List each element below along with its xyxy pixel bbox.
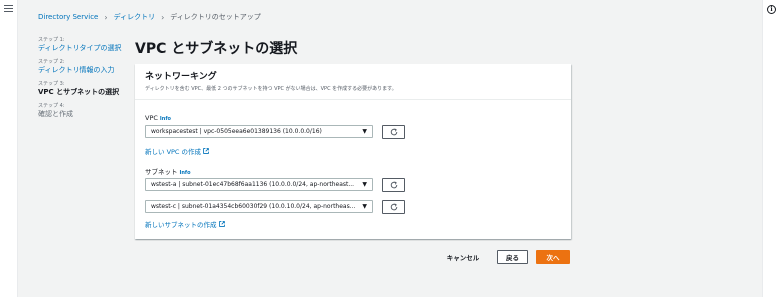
step-link-directory-info[interactable]: ディレクトリ情報の入力 bbox=[38, 66, 128, 75]
wizard-step-1: ステップ 1: ディレクトリタイプの選択 bbox=[38, 37, 128, 53]
panel-title: ネットワーキング bbox=[145, 72, 217, 82]
breadcrumb-directories[interactable]: ディレクトリ bbox=[114, 12, 156, 22]
create-vpc-link[interactable]: 新しい VPC の作成 bbox=[145, 146, 209, 156]
panel-description: ディレクトリを含む VPC、最低 2 つのサブネットを持つ VPC がない場合は… bbox=[145, 86, 397, 92]
breadcrumb-directory-service[interactable]: Directory Service bbox=[38, 13, 98, 21]
create-vpc-link-text: 新しい VPC の作成 bbox=[145, 148, 202, 156]
step-link-directory-type[interactable]: ディレクトリタイプの選択 bbox=[38, 44, 128, 53]
networking-panel: ネットワーキング ディレクトリを含む VPC、最低 2 つのサブネットを持つ V… bbox=[135, 64, 571, 239]
caret-down-icon: ▼ bbox=[362, 128, 367, 135]
external-link-icon bbox=[218, 221, 225, 227]
refresh-icon bbox=[390, 181, 397, 189]
cancel-button[interactable]: キャンセル bbox=[438, 250, 488, 264]
caret-down-icon: ▼ bbox=[362, 203, 367, 210]
subnet-label-text: サブネット bbox=[145, 168, 178, 176]
refresh-icon bbox=[390, 128, 397, 136]
vpc-info-link[interactable]: Info bbox=[160, 116, 171, 122]
create-subnet-link-text: 新しいサブネットの作成 bbox=[145, 221, 217, 229]
subnet-select-2-value: wstest-c | subnet-01a4354cb60030f29 (10.… bbox=[151, 203, 356, 210]
caret-down-icon: ▼ bbox=[362, 181, 367, 188]
subnet-label: サブネット Info bbox=[145, 166, 191, 176]
breadcrumb-separator-icon: › bbox=[161, 12, 165, 22]
subnet-select-1[interactable]: wstest-a | subnet-01ec47b68f6aa1136 (10.… bbox=[145, 178, 373, 191]
page-title: VPC とサブネットの選択 bbox=[135, 41, 298, 57]
wizard-step-3: ステップ 3: VPC とサブネットの選択 bbox=[38, 81, 128, 97]
step-number: ステップ 3: bbox=[38, 81, 65, 87]
right-help-rail: i bbox=[762, 0, 780, 297]
step-current-vpc-subnets: VPC とサブネットの選択 bbox=[38, 88, 120, 96]
vpc-select-value: workspacestest | vpc-0505eea6e01389136 (… bbox=[151, 128, 322, 135]
create-subnet-link[interactable]: 新しいサブネットの作成 bbox=[145, 219, 225, 229]
breadcrumb: Directory Service › ディレクトリ › ディレクトリのセットア… bbox=[38, 12, 261, 22]
external-link-icon bbox=[203, 148, 209, 154]
subnet-2-refresh-button[interactable] bbox=[382, 200, 405, 214]
subnet-select-2[interactable]: wstest-c | subnet-01a4354cb60030f29 (10.… bbox=[145, 200, 373, 213]
wizard-step-4: ステップ 4: 確認と作成 bbox=[38, 103, 128, 119]
breadcrumb-separator-icon: › bbox=[104, 12, 108, 22]
vpc-label-text: VPC bbox=[145, 114, 158, 122]
wizard-steps: ステップ 1: ディレクトリタイプの選択 ステップ 2: ディレクトリ情報の入力… bbox=[38, 37, 128, 125]
wizard-step-2: ステップ 2: ディレクトリ情報の入力 bbox=[38, 59, 128, 75]
step-review-create: 確認と作成 bbox=[38, 110, 73, 118]
vpc-refresh-button[interactable] bbox=[382, 125, 405, 139]
info-icon[interactable]: i bbox=[767, 5, 776, 14]
subnet-info-link[interactable]: Info bbox=[180, 170, 191, 176]
left-navigation-rail bbox=[0, 0, 18, 297]
breadcrumb-current: ディレクトリのセットアップ bbox=[170, 13, 261, 21]
subnet-select-1-value: wstest-a | subnet-01ec47b68f6aa1136 (10.… bbox=[151, 181, 355, 188]
vpc-select[interactable]: workspacestest | vpc-0505eea6e01389136 (… bbox=[145, 125, 373, 138]
step-number: ステップ 4: bbox=[38, 103, 65, 109]
vpc-label: VPC Info bbox=[145, 114, 171, 122]
step-number: ステップ 2: bbox=[38, 59, 65, 65]
panel-header: ネットワーキング ディレクトリを含む VPC、最低 2 つのサブネットを持つ V… bbox=[135, 64, 571, 100]
subnet-1-refresh-button[interactable] bbox=[382, 178, 405, 192]
menu-icon[interactable] bbox=[4, 5, 13, 13]
step-number: ステップ 1: bbox=[38, 37, 65, 43]
next-button[interactable]: 次へ bbox=[536, 250, 570, 264]
back-button[interactable]: 戻る bbox=[497, 250, 528, 264]
refresh-icon bbox=[390, 203, 397, 211]
